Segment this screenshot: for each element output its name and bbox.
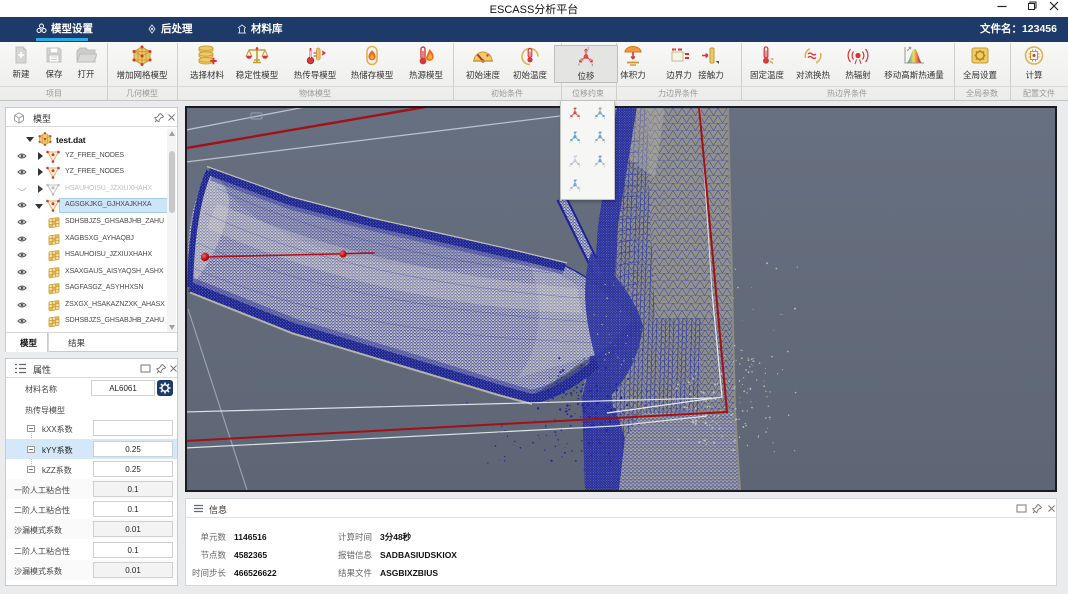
- svg-text:x: x: [569, 117, 571, 120]
- svg-text:z: z: [601, 155, 603, 158]
- svg-text:x: x: [594, 117, 596, 120]
- svg-text:y: y: [579, 141, 581, 144]
- svg-text:z: z: [576, 179, 578, 182]
- svg-text:z: z: [576, 155, 578, 158]
- svg-text:y: y: [604, 117, 606, 120]
- svg-text:y: y: [604, 165, 606, 168]
- svg-text:z: z: [601, 107, 603, 110]
- svg-text:z: z: [576, 107, 578, 110]
- svg-text:z: z: [588, 47, 590, 51]
- svg-text:y: y: [579, 165, 581, 168]
- svg-text:x: x: [594, 141, 596, 144]
- svg-text:y: y: [579, 117, 581, 120]
- svg-text:x: x: [569, 141, 571, 144]
- svg-text:z: z: [601, 131, 603, 134]
- svg-text:y: y: [604, 141, 606, 144]
- svg-text:y: y: [592, 63, 594, 67]
- svg-text:x: x: [594, 165, 596, 168]
- svg-text:x: x: [569, 165, 571, 168]
- svg-text:x: x: [578, 63, 580, 67]
- svg-text:z: z: [576, 131, 578, 134]
- svg-text:y: y: [579, 189, 581, 192]
- svg-text:x: x: [569, 189, 571, 192]
